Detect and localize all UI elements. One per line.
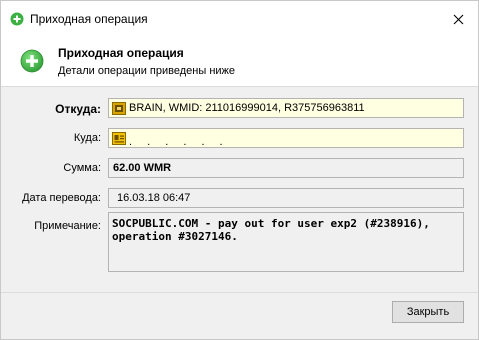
to-value: . . . . . .: [129, 136, 229, 148]
wallet-icon: [112, 101, 126, 115]
window-close-button[interactable]: [447, 9, 469, 29]
amount-field[interactable]: 62.00 WMR: [108, 158, 464, 178]
from-label: Откуда:: [55, 102, 101, 116]
close-icon: [453, 14, 463, 24]
amount-label: Сумма:: [63, 162, 101, 174]
header-subtitle: Детали операции приведены ниже: [58, 65, 236, 77]
footer-divider: [1, 292, 478, 293]
to-label: Куда:: [73, 132, 101, 144]
header-title: Приходная операция: [58, 46, 184, 60]
amount-value: 62.00 WMR: [113, 162, 172, 174]
date-field[interactable]: 16.03.18 06:47: [108, 188, 464, 208]
id-card-icon: [112, 131, 126, 145]
dialog-header: Приходная операция Детали операции приве…: [1, 37, 478, 87]
dialog-window: Приходная операция Приходная операция Де…: [0, 0, 479, 340]
to-field[interactable]: . . . . . .: [108, 128, 464, 148]
window-title: Приходная операция: [30, 12, 148, 26]
title-bar[interactable]: Приходная операция: [1, 1, 478, 37]
date-label: Дата перевода:: [22, 192, 101, 204]
note-label: Примечание:: [34, 220, 101, 232]
note-field[interactable]: SOCPUBLIC.COM - pay out for user exp2 (#…: [108, 212, 464, 272]
from-field[interactable]: BRAIN, WMID: 211016999014, R375756963811: [108, 98, 464, 118]
date-value: 16.03.18 06:47: [117, 192, 191, 204]
close-button[interactable]: Закрыть: [392, 301, 464, 323]
green-plus-icon: [20, 49, 44, 73]
from-value: BRAIN, WMID: 211016999014, R375756963811: [129, 102, 365, 114]
green-plus-icon: [10, 12, 24, 26]
